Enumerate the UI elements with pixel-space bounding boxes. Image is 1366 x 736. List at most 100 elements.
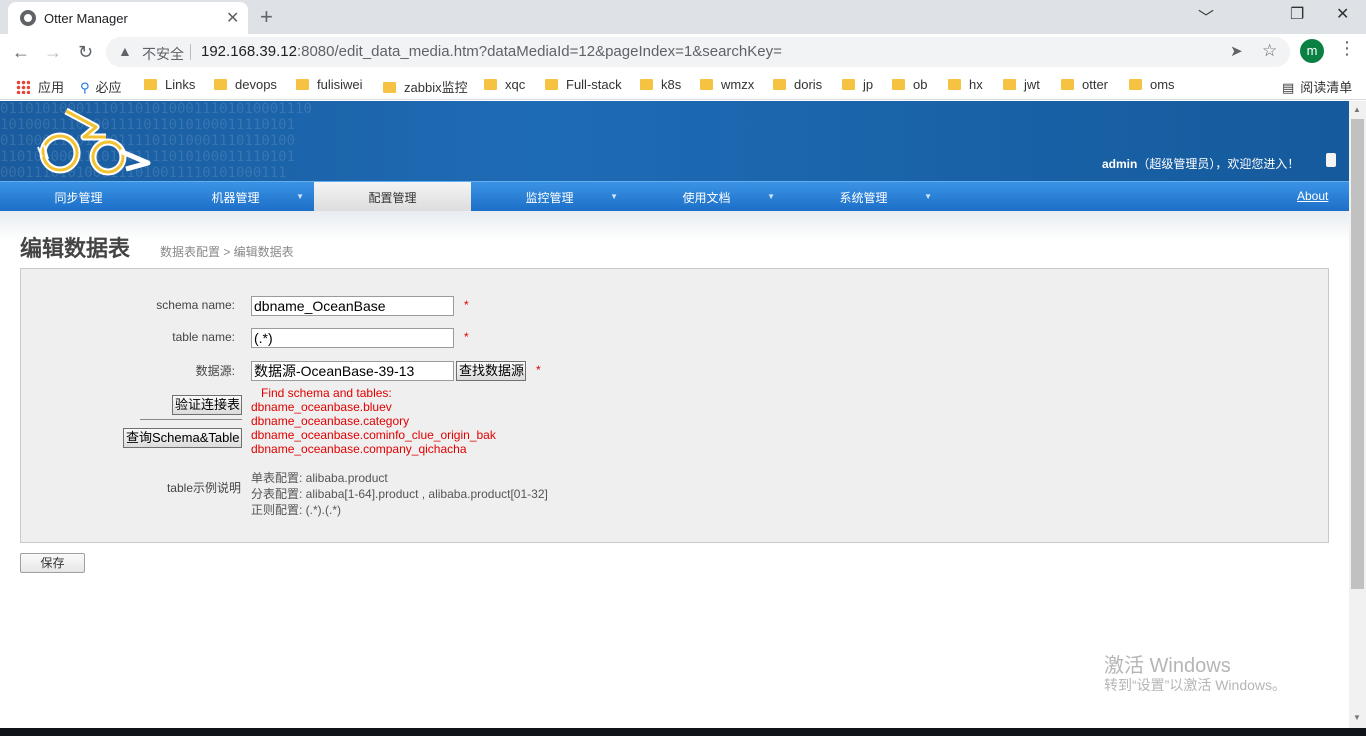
bookmark-folder[interactable]: Links xyxy=(144,77,195,92)
nav-system-management[interactable]: 系统管理 ▼ xyxy=(785,182,942,212)
folder-icon xyxy=(948,79,961,90)
nav-docs[interactable]: 使用文档 ▼ xyxy=(628,182,785,212)
tab-close-icon[interactable]: ✕ xyxy=(226,8,239,28)
activation-watermark-subtitle: 转到“设置”以激活 Windows。 xyxy=(1104,677,1287,693)
welcome-text: admin（超级管理员），欢迎您进入！ xyxy=(1102,155,1299,172)
verify-connection-button[interactable]: 验证连接表 xyxy=(172,395,242,415)
nav-sync-management[interactable]: 同步管理 xyxy=(0,182,157,212)
bookmark-folder[interactable]: xqc xyxy=(484,77,525,92)
nav-monitor-management[interactable]: 监控管理 ▼ xyxy=(471,182,628,212)
about-link[interactable]: About xyxy=(1297,189,1328,203)
page-title: 编辑数据表 xyxy=(20,236,131,261)
nav-config-management[interactable]: 配置管理 xyxy=(314,182,471,212)
folder-icon xyxy=(214,79,227,90)
folder-icon xyxy=(144,79,157,90)
apps-grid-icon xyxy=(16,80,30,94)
bookmark-folder[interactable]: k8s xyxy=(640,77,681,92)
back-icon[interactable]: ← xyxy=(12,42,30,63)
button-divider xyxy=(140,419,242,420)
warning-icon[interactable]: ▲ xyxy=(118,43,132,59)
bookmarks-bar: 应用 ⚲ 必应 Links devops fulisiwei zabbix监控 x… xyxy=(0,70,1366,100)
nav-machine-management[interactable]: 机器管理 ▼ xyxy=(157,182,314,212)
url-host: 192.168.39.12 xyxy=(201,43,297,60)
folder-icon xyxy=(545,79,558,90)
table-example-label: table示例说明 xyxy=(166,481,241,495)
send-icon[interactable]: ➤ xyxy=(1230,42,1243,60)
bookmark-folder[interactable]: zabbix监控 xyxy=(383,77,468,96)
nav-shadow xyxy=(0,211,1349,241)
save-button[interactable]: 保存 xyxy=(20,553,85,573)
result-header: Find schema and tables: xyxy=(261,386,392,400)
bookmark-folder[interactable]: otter xyxy=(1061,77,1108,92)
bookmark-folder[interactable]: hx xyxy=(948,77,983,92)
bookmark-folder[interactable]: fulisiwei xyxy=(296,77,363,92)
folder-icon xyxy=(892,79,905,90)
datasource-input[interactable]: 数据源-OceanBase-39-13 xyxy=(251,361,454,381)
edit-form: schema name: dbname_OceanBase * table na… xyxy=(20,268,1329,543)
folder-icon xyxy=(1061,79,1074,90)
result-table: dbname_oceanbase.company_qichacha xyxy=(251,442,467,456)
query-schema-table-button[interactable]: 查询Schema&Table xyxy=(123,428,242,448)
bookmark-folder[interactable]: devops xyxy=(214,77,277,92)
main-nav: 同步管理 机器管理 ▼ 配置管理 监控管理 ▼ 使用文档 ▼ 系统管理 ▼ About xyxy=(0,181,1349,212)
os-taskbar xyxy=(0,728,1366,736)
bookmark-folder[interactable]: wmzx xyxy=(700,77,754,92)
folder-icon xyxy=(700,79,713,90)
otter-logo xyxy=(37,107,151,176)
chevron-down-icon: ▼ xyxy=(296,192,304,201)
bookmark-apps[interactable]: 应用 xyxy=(16,77,64,96)
table-name-label: table name: xyxy=(172,330,235,344)
bookmark-folder[interactable]: oms xyxy=(1129,77,1175,92)
minimize-icon[interactable]: ﹀ xyxy=(1198,4,1214,28)
chevron-down-icon: ▼ xyxy=(924,192,932,201)
find-datasource-button[interactable]: 查找数据源 xyxy=(456,361,526,381)
reading-list-icon: ▤ xyxy=(1282,80,1295,95)
chevron-down-icon: ▼ xyxy=(610,192,618,201)
page-scrollbar[interactable]: ▲ ▼ xyxy=(1349,101,1366,728)
username: admin xyxy=(1102,157,1138,171)
profile-avatar[interactable]: m xyxy=(1300,39,1324,63)
bookmark-folder[interactable]: ob xyxy=(892,77,927,92)
bookmark-folder[interactable]: Full-stack xyxy=(545,77,622,92)
folder-icon xyxy=(484,79,497,90)
star-icon[interactable]: ☆ xyxy=(1262,41,1277,61)
reload-icon[interactable]: ↻ xyxy=(78,42,93,63)
result-table: dbname_oceanbase.category xyxy=(251,414,410,428)
window-close-icon[interactable]: ✕ xyxy=(1336,4,1349,24)
breadcrumb: 数据表配置 > 编辑数据表 xyxy=(160,245,294,259)
table-name-input[interactable]: (.*) xyxy=(251,328,454,348)
bookmark-folder[interactable]: doris xyxy=(773,77,822,92)
example-single-table: 单表配置: alibaba.product xyxy=(251,471,388,485)
url-text[interactable]: 192.168.39.12:8080/edit_data_media.htm?d… xyxy=(201,43,782,60)
folder-icon xyxy=(773,79,786,90)
schema-name-input[interactable]: dbname_OceanBase xyxy=(251,296,454,316)
page-viewport: 0110101000111011010100011101010001110 10… xyxy=(0,101,1349,728)
header-banner: 0110101000111011010100011101010001110 10… xyxy=(0,101,1349,181)
logout-icon[interactable] xyxy=(1326,153,1336,167)
folder-icon xyxy=(296,79,309,90)
menu-dots-icon[interactable]: ⋮ xyxy=(1338,38,1356,59)
bookmark-folder[interactable]: jwt xyxy=(1003,77,1040,92)
bookmark-bing[interactable]: ⚲ 必应 xyxy=(80,77,122,96)
browser-tab[interactable]: Otter Manager ✕ xyxy=(8,2,248,34)
restore-icon[interactable]: ❐ xyxy=(1290,4,1304,24)
omnibox-divider xyxy=(190,44,191,60)
insecure-label[interactable]: 不安全 xyxy=(142,44,184,64)
forward-icon[interactable]: → xyxy=(44,42,62,63)
example-regex: 正则配置: (.*).(.*) xyxy=(251,503,341,517)
required-mark: * xyxy=(464,298,469,312)
reading-list[interactable]: ▤ 阅读清单 xyxy=(1282,77,1352,96)
new-tab-icon[interactable]: + xyxy=(260,4,273,30)
folder-icon xyxy=(1003,79,1016,90)
result-table: dbname_oceanbase.bluev xyxy=(251,400,392,414)
required-mark: * xyxy=(464,330,469,344)
bookmark-folder[interactable]: jp xyxy=(842,77,873,92)
chevron-down-icon: ▼ xyxy=(767,192,775,201)
address-bar[interactable]: ▲ 不安全 192.168.39.12:8080/edit_data_media… xyxy=(106,37,1290,67)
scroll-up-icon[interactable]: ▲ xyxy=(1353,105,1361,114)
activation-watermark-title: 激活 Windows xyxy=(1104,655,1231,677)
scroll-thumb[interactable] xyxy=(1351,119,1364,589)
url-path: :8080/edit_data_media.htm?dataMediaId=12… xyxy=(296,43,782,60)
result-table: dbname_oceanbase.cominfo_clue_origin_bak xyxy=(251,428,496,442)
scroll-down-icon[interactable]: ▼ xyxy=(1353,713,1361,722)
